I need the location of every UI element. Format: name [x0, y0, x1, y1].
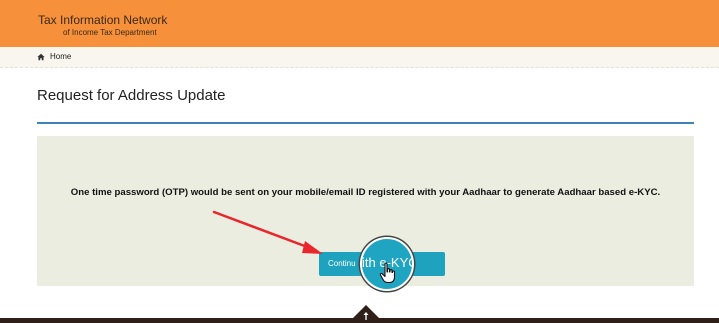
- red-pointer-arrow: [212, 210, 323, 254]
- hand-pointer-icon: [379, 262, 396, 284]
- site-header: Tax Information Network of Income Tax De…: [0, 0, 719, 47]
- title-divider: [37, 122, 694, 124]
- scroll-to-top-button[interactable]: [348, 303, 384, 323]
- page-title: Request for Address Update: [37, 87, 226, 104]
- continue-button-label: Continu: [328, 259, 356, 268]
- brand-subtitle: of Income Tax Department: [63, 28, 157, 37]
- breadcrumb-home-label: Home: [50, 52, 72, 61]
- breadcrumb-home-link[interactable]: Home: [37, 52, 71, 61]
- home-icon: [37, 53, 45, 60]
- brand-title[interactable]: Tax Information Network: [38, 14, 167, 27]
- otp-message: One time password (OTP) would be sent on…: [70, 187, 661, 198]
- breadcrumb: Home: [0, 47, 719, 68]
- magnifier-lens: ith e-KYC: [360, 237, 414, 291]
